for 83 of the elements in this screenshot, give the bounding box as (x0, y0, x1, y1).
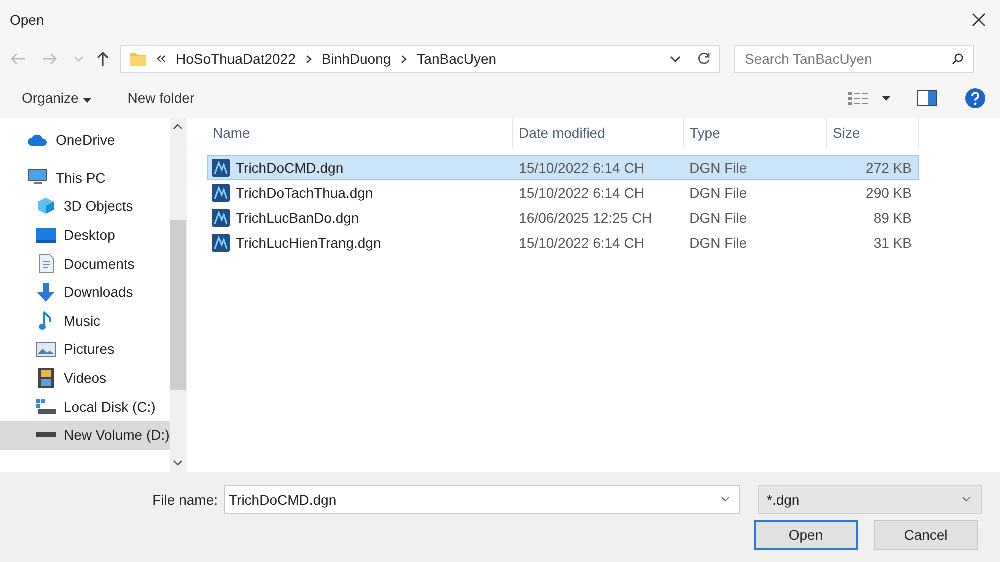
scroll-down-icon[interactable] (172, 460, 183, 466)
refresh-icon[interactable] (697, 52, 711, 66)
file-type-dropdown[interactable]: *.dgn (758, 485, 982, 514)
sidebar-item[interactable]: This PC (0, 164, 170, 192)
computer-icon (28, 169, 48, 186)
up-arrow-icon[interactable] (96, 51, 110, 67)
chevron-down-icon[interactable] (670, 56, 681, 62)
type-cell-text: DGN File (688, 234, 748, 250)
open-button[interactable]: Open (754, 520, 858, 550)
scroll-up-icon[interactable] (172, 124, 183, 130)
down-arrow-icon (37, 282, 55, 302)
date-cell-text: 15/10/2022 6:14 CH (518, 160, 646, 176)
column-header[interactable]: Name (207, 118, 513, 148)
organize-button[interactable]: Organize (22, 86, 92, 110)
cloud-icon (28, 134, 48, 146)
breadcrumb-item[interactable]: HoSoThuaDat2022 (176, 51, 296, 67)
file-row[interactable]: TrichLucHienTrang.dgn 15/10/2022 6:14 CH DGN File 31 KB (207, 230, 919, 255)
file-row[interactable]: TrichLucBanDo.dgn 16/06/2025 12:25 CH DGN File 89 KB (207, 205, 919, 230)
picture-icon (36, 342, 56, 357)
sidebar-item[interactable]: Music (0, 306, 170, 336)
column-header[interactable]: Type (684, 118, 827, 148)
cube-icon (37, 197, 55, 216)
chevron-right-icon (401, 54, 408, 64)
file-name: TrichLucHienTrang.dgn (236, 234, 382, 250)
window-title: Open (10, 12, 44, 28)
document-icon (38, 254, 54, 274)
new-folder-button[interactable]: New folder (128, 86, 195, 110)
size-cell-text: 89 KB (872, 210, 913, 226)
sidebar-item[interactable]: OneDrive (0, 126, 170, 155)
desktop-icon (36, 228, 56, 243)
file-name: TrichLucBanDo.dgn (236, 210, 360, 226)
film-icon (38, 368, 54, 388)
size-cell-text: 31 KB (872, 234, 913, 250)
hard-drive-icon (36, 398, 56, 415)
sidebar-item[interactable]: 3D Objects (0, 192, 170, 221)
breadcrumb-item[interactable]: BinhDuong (322, 51, 392, 67)
sidebar-item[interactable]: Pictures (0, 335, 170, 364)
preview-pane-icon[interactable] (917, 90, 937, 106)
type-cell-text: DGN File (688, 160, 748, 176)
address-bar[interactable]: HoSoThuaDat2022 BinhDuong TanBacUyen (120, 45, 720, 73)
close-icon (972, 13, 986, 27)
sidebar-item[interactable]: Videos (0, 364, 170, 392)
sidebar-item[interactable]: Documents (0, 249, 170, 278)
folder-icon (129, 50, 147, 68)
cancel-button[interactable]: Cancel (874, 520, 978, 550)
date-cell-text: 15/10/2022 6:14 CH (518, 234, 646, 250)
search-icon (952, 53, 964, 65)
caret-down-icon[interactable] (882, 96, 891, 100)
file-row[interactable]: TrichDoTachThua.dgn 15/10/2022 6:14 CH DGN File 290 KB (207, 180, 919, 205)
type-cell-text: DGN File (688, 184, 748, 200)
file-name-field[interactable]: TrichDoCMD.dgn (224, 485, 740, 514)
file-name: TrichDoTachThua.dgn (236, 184, 374, 200)
file-icon (212, 208, 230, 226)
date-cell-text: 16/06/2025 12:25 CH (518, 210, 654, 226)
chevron-right-icon (306, 54, 312, 64)
chevron-down-icon[interactable] (721, 497, 730, 502)
sidebar-item[interactable]: Desktop (0, 220, 170, 250)
file-icon (212, 158, 230, 176)
double-chevron-icon (157, 55, 166, 63)
sidebar-item[interactable]: Local Disk (C:) (0, 392, 170, 421)
size-cell-text: 290 KB (865, 184, 913, 200)
search-field[interactable]: Search TanBacUyen (734, 45, 974, 73)
date-cell-text: 15/10/2022 6:14 CH (518, 184, 646, 200)
size-cell-text: 272 KB (865, 160, 913, 176)
music-note-icon (39, 310, 53, 331)
column-header[interactable]: Date modified (513, 118, 684, 148)
column-header[interactable]: Size (827, 118, 919, 148)
caret-down-icon (82, 98, 92, 103)
drive-icon (36, 432, 56, 438)
scrollbar[interactable] (170, 118, 186, 472)
file-row[interactable]: TrichDoCMD.dgn 15/10/2022 6:14 CH DGN File 272 KB (207, 155, 919, 180)
file-icon (212, 184, 230, 202)
help-icon[interactable] (965, 88, 986, 108)
sidebar-item[interactable]: Downloads (0, 278, 170, 307)
type-cell-text: DGN File (688, 210, 748, 226)
file-name-label: File name: (152, 492, 219, 508)
file-name: TrichDoCMD.dgn (236, 160, 344, 176)
breadcrumb-item[interactable]: TanBacUyen (417, 51, 497, 67)
chevron-down-icon (962, 497, 971, 502)
file-icon (212, 234, 230, 252)
file-type-value: *.dgn (767, 492, 800, 508)
view-options-icon[interactable] (848, 91, 868, 105)
sidebar-item[interactable]: New Volume (D:) (0, 420, 170, 450)
